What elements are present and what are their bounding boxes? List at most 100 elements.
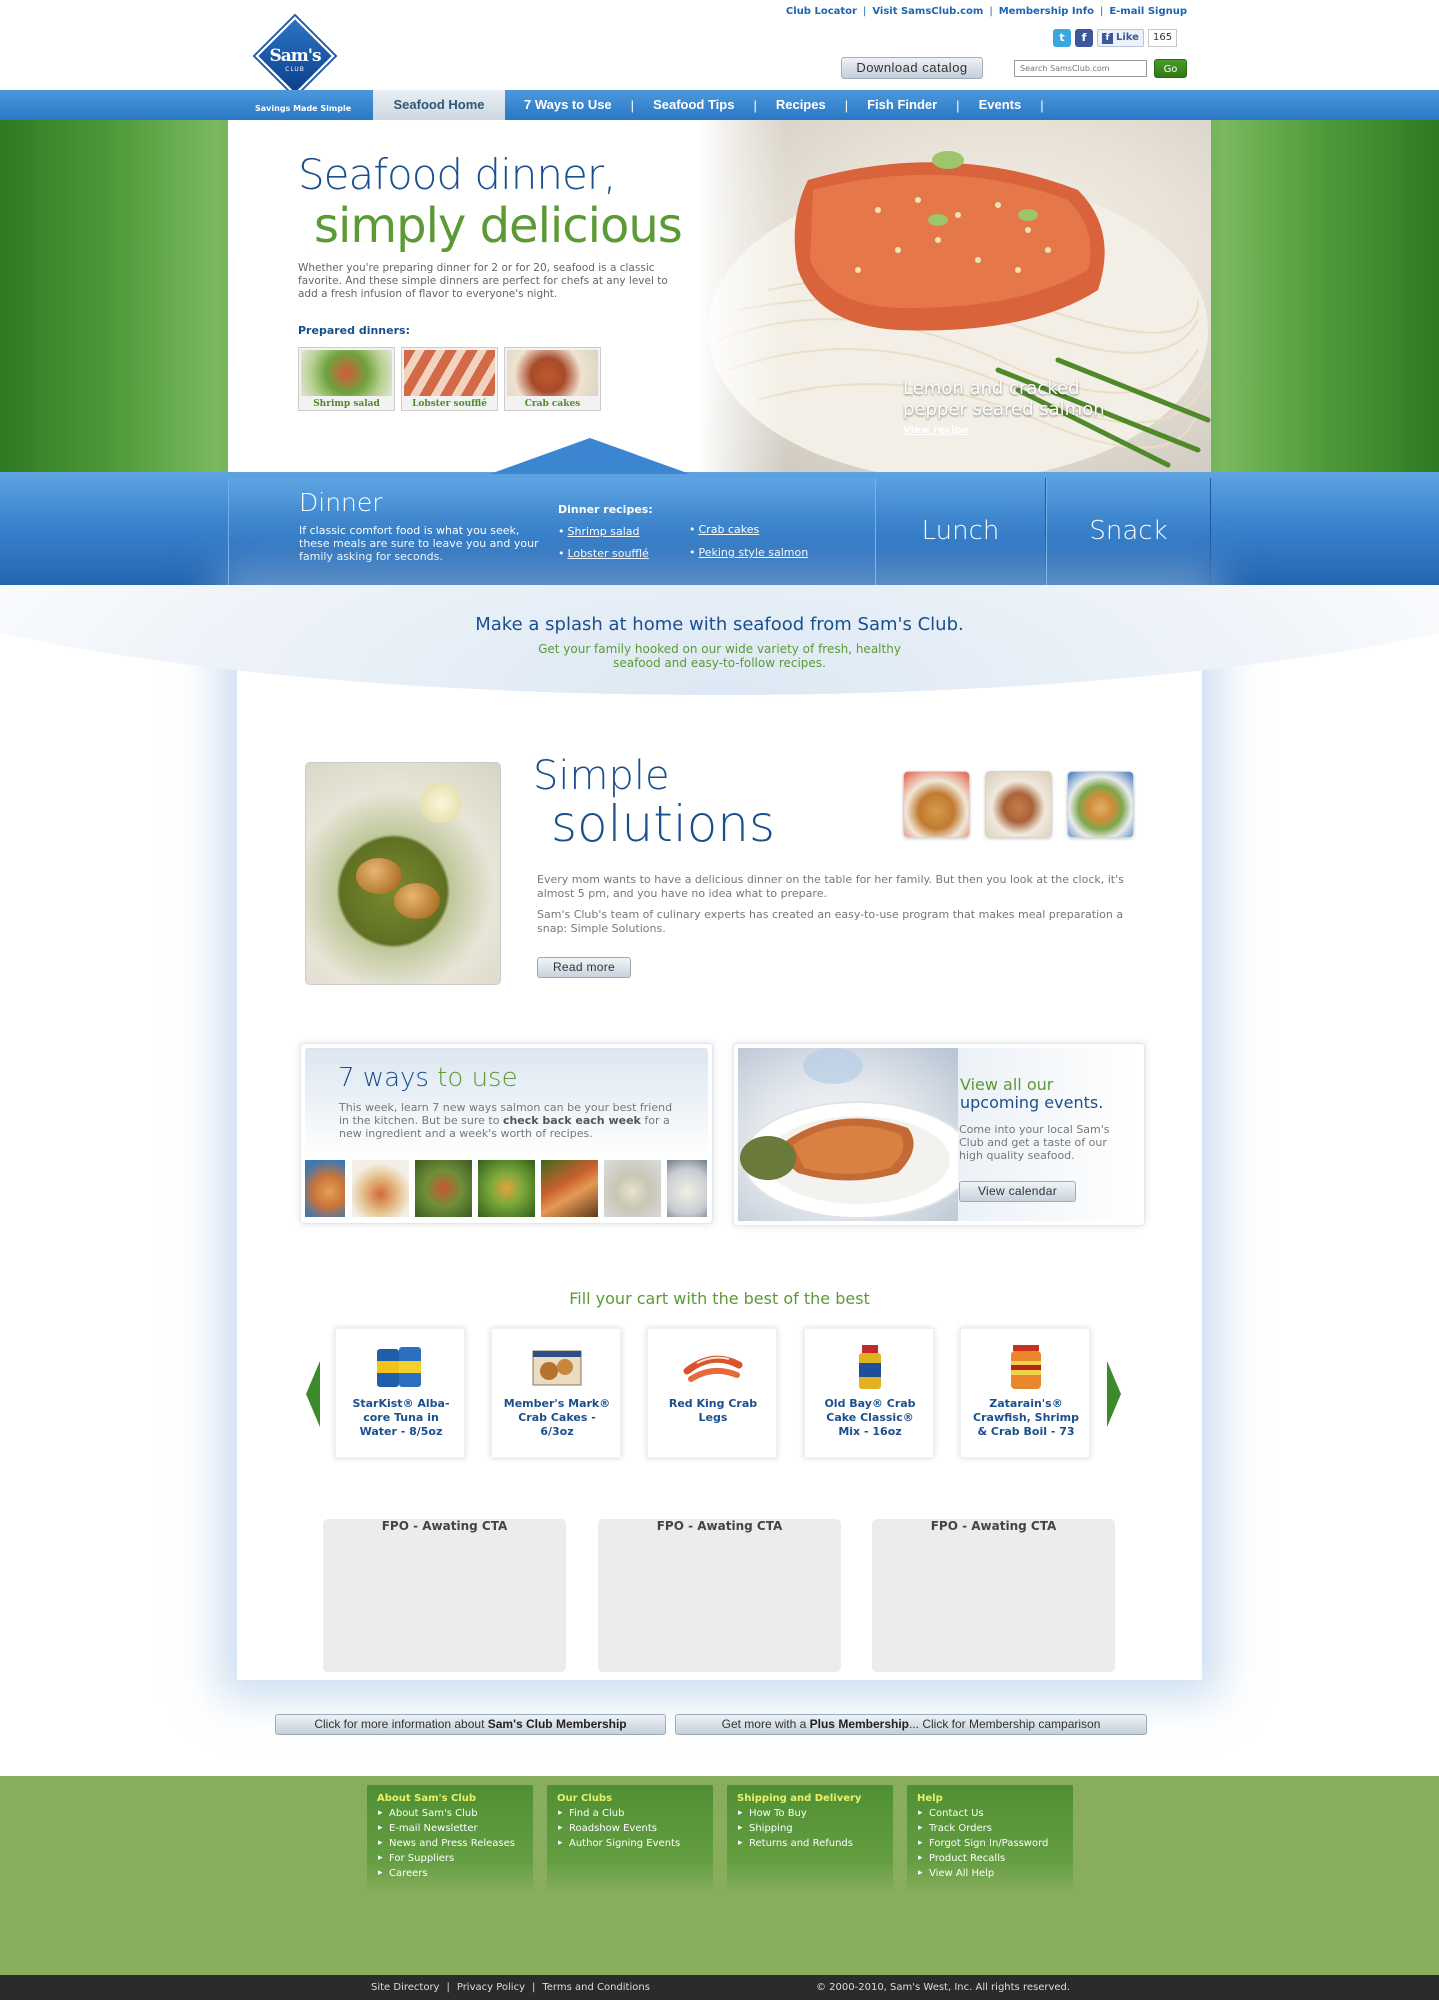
footer-link[interactable]: Product Recalls	[917, 1851, 1063, 1866]
carousel-prev-arrow[interactable]	[306, 1361, 320, 1427]
events-salmon-illustration	[740, 1048, 958, 1219]
product-card-starkist-tuna[interactable]: StarKist® Alba-core Tuna in Water - 8/5o…	[335, 1328, 465, 1458]
product-card-crab-cakes[interactable]: Member's Mark® Crab Cakes - 6/3oz	[491, 1328, 621, 1458]
products-heading: Fill your cart with the best of the best	[569, 1289, 870, 1308]
solutions-thumb-fried-fish[interactable]	[903, 771, 970, 838]
tab-lunch[interactable]: Lunch	[875, 478, 1046, 585]
seven-ways-title-b: to use	[437, 1063, 518, 1093]
nav-7-ways-to-use[interactable]: 7 Ways to Use	[505, 90, 631, 120]
tuna-can-icon	[371, 1343, 431, 1391]
view-calendar-button[interactable]: View calendar	[959, 1181, 1076, 1202]
nav-divider: |	[1040, 97, 1044, 113]
footer-column-shipping: Shipping and Delivery How To Buy Shippin…	[727, 1785, 893, 1893]
download-catalog-button[interactable]: Download catalog	[841, 57, 983, 79]
solutions-thumb-fish-plate[interactable]	[1067, 771, 1134, 838]
footer-link[interactable]: Contact Us	[917, 1806, 1063, 1821]
visit-samsclub-link[interactable]: Visit SamsClub.com	[872, 6, 983, 17]
search-go-button[interactable]: Go	[1154, 59, 1187, 78]
product-name: Old Bay® Crab Cake Classic® Mix - 16oz	[824, 1397, 916, 1438]
dinner-recipe-crab-cakes[interactable]: Crab cakes	[689, 523, 760, 536]
footer-link[interactable]: News and Press Releases	[377, 1836, 523, 1851]
prepared-thumb-shrimp-salad[interactable]: Shrimp salad	[298, 347, 395, 411]
cta-placeholder-2[interactable]: FPO - Awating CTA	[598, 1519, 841, 1672]
cta-placeholder-3[interactable]: FPO - Awating CTA	[872, 1519, 1115, 1672]
hero-caption-line1: Lemon and cracked	[903, 378, 1080, 399]
copyright: © 2000-2010, Sam's West, Inc. All rights…	[816, 1982, 1071, 1993]
nav-seafood-home[interactable]: Seafood Home	[373, 90, 505, 120]
footer-column-heading: Shipping and Delivery	[737, 1793, 862, 1804]
utility-links: Club Locator | Visit SamsClub.com | Membersh…	[785, 6, 1187, 17]
way-thumb[interactable]	[604, 1160, 661, 1217]
view-recipe-link[interactable]: View recipe	[903, 425, 969, 436]
membership-info-button[interactable]: Click for more information about Sam's C…	[275, 1714, 666, 1735]
prepared-dinners-heading: Prepared dinners:	[298, 324, 410, 337]
nav-seafood-tips[interactable]: Seafood Tips	[634, 90, 753, 120]
footer-link[interactable]: Track Orders	[917, 1821, 1063, 1836]
facebook-small-icon: f	[1102, 32, 1113, 44]
prepared-thumb-crab-cakes[interactable]: Crab cakes	[504, 347, 601, 411]
footer-link[interactable]: Find a Club	[557, 1806, 703, 1821]
read-more-button[interactable]: Read more	[537, 957, 631, 978]
crab-cakes-image	[507, 350, 598, 396]
prepared-thumb-label: Crab cakes	[524, 399, 581, 409]
footer-column-heading: Help	[917, 1793, 943, 1804]
seven-ways-description: This week, learn 7 new ways salmon can b…	[339, 1101, 679, 1140]
footer-link[interactable]: Returns and Refunds	[737, 1836, 883, 1851]
dinner-recipe-lobster-souffle[interactable]: Lobster soufflé	[558, 547, 649, 560]
scallop	[394, 883, 440, 919]
way-thumb[interactable]	[541, 1160, 598, 1217]
footer-column-heading: Our Clubs	[557, 1793, 613, 1804]
footer-link[interactable]: E-mail Newsletter	[377, 1821, 523, 1836]
carousel-next-arrow[interactable]	[1107, 1361, 1121, 1427]
footer-link[interactable]: View All Help	[917, 1866, 1063, 1881]
way-thumb[interactable]	[415, 1160, 472, 1217]
email-signup-link[interactable]: E-mail Signup	[1109, 6, 1187, 17]
twitter-icon[interactable]: t	[1053, 29, 1071, 47]
footer-link[interactable]: Roadshow Events	[557, 1821, 703, 1836]
product-name: Member's Mark® Crab Cakes - 6/3oz	[503, 1397, 611, 1438]
solutions-thumb-fish-fillet[interactable]	[985, 771, 1052, 838]
nav-recipes[interactable]: Recipes	[757, 90, 845, 120]
footer-link[interactable]: How To Buy	[737, 1806, 883, 1821]
membership-btn2-text-c: ... Click for Membership camparison	[909, 1717, 1101, 1731]
dinner-recipe-peking-salmon[interactable]: Peking style salmon	[689, 546, 809, 559]
nav-fish-finder[interactable]: Fish Finder	[848, 90, 956, 120]
product-card-king-crab-legs[interactable]: Red King Crab Legs	[647, 1328, 777, 1458]
site-directory-link[interactable]: Site Directory	[371, 1982, 439, 1993]
like-label: Like	[1116, 32, 1139, 43]
site-header: Sam's CLUB Club Locator | Visit SamsClub.c…	[0, 0, 1439, 96]
footer-link[interactable]: About Sam's Club	[377, 1806, 523, 1821]
membership-info-link[interactable]: Membership Info	[999, 6, 1094, 17]
events-title-line1: View all our	[960, 1075, 1054, 1094]
club-locator-link[interactable]: Club Locator	[786, 6, 857, 17]
terms-link[interactable]: Terms and Conditions	[542, 1982, 650, 1993]
nav-events[interactable]: Events	[960, 90, 1041, 120]
footer-column-about: About Sam's Club About Sam's Club E-mail…	[367, 1785, 533, 1893]
prepared-thumb-lobster-souffle[interactable]: Lobster soufflé	[401, 347, 498, 411]
dinner-recipe-shrimp-salad[interactable]: Shrimp salad	[558, 525, 640, 538]
seven-ways-title-a: 7 ways	[338, 1063, 438, 1093]
tab-snack[interactable]: Snack	[1046, 478, 1211, 585]
footer-link[interactable]: Author Signing Events	[557, 1836, 703, 1851]
footer-column-our-clubs: Our Clubs Find a Club Roadshow Events Au…	[547, 1785, 713, 1893]
product-card-old-bay-mix[interactable]: Old Bay® Crab Cake Classic® Mix - 16oz	[804, 1328, 934, 1458]
cta-placeholder-1[interactable]: FPO - Awating CTA	[323, 1519, 566, 1672]
footer-link[interactable]: For Suppliers	[377, 1851, 523, 1866]
facebook-icon[interactable]: f	[1075, 29, 1093, 47]
site-footer	[0, 1776, 1439, 1975]
search-input[interactable]	[1014, 60, 1147, 77]
way-thumb[interactable]	[478, 1160, 535, 1217]
events-title-line2: upcoming events.	[960, 1093, 1104, 1112]
product-card-zatarains-boil[interactable]: Zatarain's® Crawfish, Shrimp & Crab Boil…	[960, 1328, 1090, 1458]
privacy-policy-link[interactable]: Privacy Policy	[457, 1982, 525, 1993]
way-thumb[interactable]	[667, 1160, 707, 1217]
way-thumb[interactable]	[305, 1160, 345, 1217]
simple-solutions-title-line1: Simple	[533, 753, 670, 799]
footer-link[interactable]: Careers	[377, 1866, 523, 1881]
plus-membership-button[interactable]: Get more with a Plus Membership... Click…	[675, 1714, 1147, 1735]
way-thumb[interactable]	[352, 1160, 409, 1217]
facebook-like-button[interactable]: f Like	[1097, 29, 1144, 47]
footer-link[interactable]: Forgot Sign In/Password	[917, 1836, 1063, 1851]
footer-link[interactable]: Shipping	[737, 1821, 883, 1836]
hero-title-line2: simply delicious	[314, 198, 683, 254]
